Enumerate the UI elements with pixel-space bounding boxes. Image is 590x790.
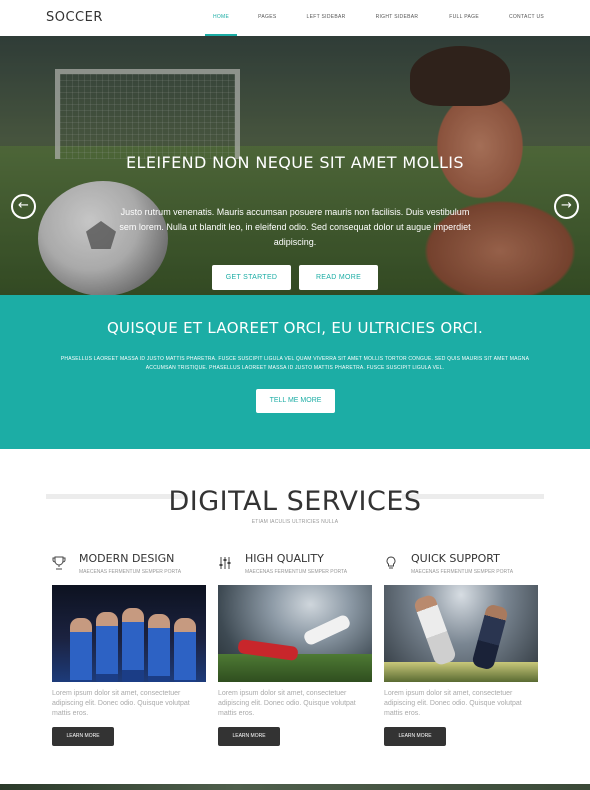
services-subheading: ETIAM IACULIS ULTRICIES NULLA	[251, 519, 339, 525]
nav-item-right-sidebar[interactable]: RIGHT SIDEBAR	[376, 0, 419, 36]
callout-band: QUISQUE ET LAOREET ORCI, EU ULTRICIES OR…	[0, 295, 590, 449]
nav-item-pages[interactable]: PAGES	[258, 0, 276, 36]
hero-title: ELEIFEND NON NEQUE SIT AMET MOLLIS	[126, 153, 464, 172]
card-text: Lorem ipsum dolor sit amet, consectetuer…	[52, 690, 190, 717]
tell-me-more-button[interactable]: TELL ME MORE	[256, 389, 335, 413]
learn-more-button[interactable]: LEARN MORE	[52, 727, 114, 746]
arrow-left-circle-icon[interactable]: ←	[11, 194, 36, 219]
callout-title: QUISQUE ET LAOREET ORCI, EU ULTRICIES OR…	[106, 319, 484, 337]
learn-more-button[interactable]: LEARN MORE	[384, 727, 446, 746]
hero-text: Justo rutrum venenatis. Mauris accumsan …	[119, 207, 471, 247]
card-title: HIGH QUALITY	[245, 552, 324, 565]
nav-item-left-sidebar[interactable]: LEFT SIDEBAR	[307, 0, 346, 36]
get-started-button[interactable]: GET STARTED	[212, 265, 291, 290]
top-navbar: SOCCER HOME PAGES LEFT SIDEBAR RIGHT SID…	[0, 0, 590, 36]
card-subtitle: MAECENAS FERMENTUM SEMPER PORTA	[245, 569, 348, 575]
lightbulb-icon	[384, 556, 398, 570]
read-more-button[interactable]: READ MORE	[299, 265, 378, 290]
learn-more-button[interactable]: LEARN MORE	[218, 727, 280, 746]
card-title: QUICK SUPPORT	[411, 552, 500, 565]
sliders-icon	[218, 556, 232, 570]
card-subtitle: MAECENAS FERMENTUM SEMPER PORTA	[79, 569, 182, 575]
trophy-icon	[52, 556, 66, 570]
callout-text: PHASELLUS LAOREET MASSA ID JUSTO MATTIS …	[60, 356, 530, 371]
team-photo-image	[52, 585, 206, 682]
card-text: Lorem ipsum dolor sit amet, consectetuer…	[384, 690, 522, 717]
nav-item-contact-us[interactable]: CONTACT US	[509, 0, 544, 36]
arrow-right-circle-icon[interactable]: →	[554, 194, 579, 219]
header-duel-photo-image	[384, 585, 538, 682]
next-section-edge	[0, 784, 590, 790]
hero-slider: ELEIFEND NON NEQUE SIT AMET MOLLIS Justo…	[0, 36, 590, 295]
main-menu: HOME PAGES LEFT SIDEBAR RIGHT SIDEBAR FU…	[204, 0, 544, 36]
card-title: MODERN DESIGN	[79, 552, 175, 565]
nav-item-full-page[interactable]: FULL PAGE	[449, 0, 479, 36]
services-heading: DIGITAL SERVICES	[168, 486, 422, 517]
site-logo[interactable]: SOCCER	[46, 10, 103, 25]
card-subtitle: MAECENAS FERMENTUM SEMPER PORTA	[411, 569, 514, 575]
tackle-photo-image	[218, 585, 372, 682]
card-text: Lorem ipsum dolor sit amet, consectetuer…	[218, 690, 356, 717]
nav-item-home[interactable]: HOME	[204, 0, 238, 36]
